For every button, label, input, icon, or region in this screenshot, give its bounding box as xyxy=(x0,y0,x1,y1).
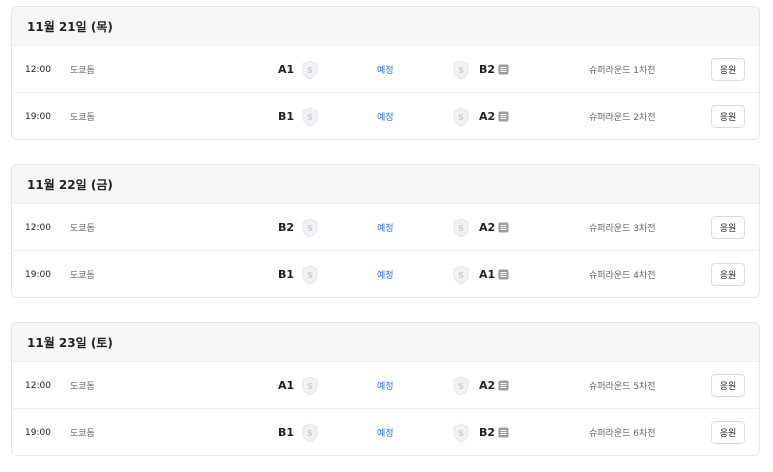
home-team-name: B1 xyxy=(278,426,295,439)
shield-icon: S xyxy=(301,251,319,297)
home-team-name: B2 xyxy=(278,221,295,234)
away-team-name: B2 xyxy=(479,63,496,76)
match-time: 19:00 xyxy=(25,427,51,438)
shield-icon: S xyxy=(452,409,470,455)
svg-text:S: S xyxy=(307,429,313,438)
match-venue: 도쿄돔 xyxy=(70,271,95,281)
day-card: 11월 23일 (토) 12:00 도쿄돔 A1 S 예정 S A2 슈퍼라운드… xyxy=(11,322,760,456)
match-row: 19:00 도쿄돔 B1 S 예정 S A2 슈퍼라운드 2차전 응원 xyxy=(12,93,759,139)
match-venue: 도쿄돔 xyxy=(70,224,95,234)
away-team-name: A1 xyxy=(479,268,496,281)
svg-text:S: S xyxy=(307,271,313,280)
tv-icon xyxy=(498,362,509,409)
svg-text:S: S xyxy=(307,224,313,233)
match-round: 슈퍼라운드 5차전 xyxy=(589,382,656,392)
match-row: 12:00 도쿄돔 A1 S 예정 S B2 슈퍼라운드 1차전 응원 xyxy=(12,46,759,93)
match-time: 19:00 xyxy=(25,269,51,280)
day-card: 11월 22일 (금) 12:00 도쿄돔 B2 S 예정 S A2 슈퍼라운드… xyxy=(11,164,760,298)
cheer-button[interactable]: 응원 xyxy=(711,105,745,128)
match-time: 12:00 xyxy=(25,222,51,233)
tv-icon xyxy=(498,46,509,93)
match-venue: 도쿄돔 xyxy=(70,382,95,392)
shield-icon: S xyxy=(452,204,470,251)
away-team-name: A2 xyxy=(479,379,496,392)
match-round: 슈퍼라운드 3차전 xyxy=(589,224,656,234)
svg-text:S: S xyxy=(458,224,464,233)
svg-text:S: S xyxy=(458,271,464,280)
cheer-button[interactable]: 응원 xyxy=(711,58,745,81)
shield-icon: S xyxy=(301,204,319,251)
day-date-header: 11월 21일 (목) xyxy=(12,7,759,46)
match-row: 12:00 도쿄돔 A1 S 예정 S A2 슈퍼라운드 5차전 응원 xyxy=(12,362,759,409)
home-team-name: A1 xyxy=(278,63,295,76)
match-time: 12:00 xyxy=(25,64,51,75)
svg-text:S: S xyxy=(307,382,313,391)
tv-icon xyxy=(498,204,509,251)
match-status: 예정 xyxy=(377,382,394,392)
tv-icon xyxy=(498,93,509,139)
match-venue: 도쿄돔 xyxy=(70,66,95,76)
match-time: 19:00 xyxy=(25,111,51,122)
svg-text:S: S xyxy=(307,113,313,122)
match-row: 19:00 도쿄돔 B1 S 예정 S B2 슈퍼라운드 6차전 응원 xyxy=(12,409,759,455)
cheer-button[interactable]: 응원 xyxy=(711,216,745,239)
away-team-name: A2 xyxy=(479,110,496,123)
home-team-name: B1 xyxy=(278,110,295,123)
match-status: 예정 xyxy=(377,224,394,234)
match-status: 예정 xyxy=(377,429,394,439)
match-time: 12:00 xyxy=(25,380,51,391)
match-round: 슈퍼라운드 1차전 xyxy=(589,66,656,76)
cheer-button[interactable]: 응원 xyxy=(711,263,745,286)
match-round: 슈퍼라운드 4차전 xyxy=(589,271,656,281)
svg-text:S: S xyxy=(458,429,464,438)
home-team-name: A1 xyxy=(278,379,295,392)
tv-icon xyxy=(498,251,509,297)
match-status: 예정 xyxy=(377,66,394,76)
cheer-button[interactable]: 응원 xyxy=(711,421,745,444)
shield-icon: S xyxy=(452,362,470,409)
svg-text:S: S xyxy=(307,66,313,75)
day-date-header: 11월 22일 (금) xyxy=(12,165,759,204)
svg-text:S: S xyxy=(458,66,464,75)
match-round: 슈퍼라운드 6차전 xyxy=(589,429,656,439)
svg-text:S: S xyxy=(458,382,464,391)
day-date-header: 11월 23일 (토) xyxy=(12,323,759,362)
match-status: 예정 xyxy=(377,113,394,123)
shield-icon: S xyxy=(452,93,470,139)
tv-icon xyxy=(498,409,509,455)
match-status: 예정 xyxy=(377,271,394,281)
match-row: 19:00 도쿄돔 B1 S 예정 S A1 슈퍼라운드 4차전 응원 xyxy=(12,251,759,297)
cheer-button[interactable]: 응원 xyxy=(711,374,745,397)
home-team-name: B1 xyxy=(278,268,295,281)
shield-icon: S xyxy=(301,409,319,455)
svg-text:S: S xyxy=(458,113,464,122)
shield-icon: S xyxy=(452,46,470,93)
match-round: 슈퍼라운드 2차전 xyxy=(589,113,656,123)
shield-icon: S xyxy=(301,93,319,139)
match-row: 12:00 도쿄돔 B2 S 예정 S A2 슈퍼라운드 3차전 응원 xyxy=(12,204,759,251)
shield-icon: S xyxy=(452,251,470,297)
match-venue: 도쿄돔 xyxy=(70,113,95,123)
match-venue: 도쿄돔 xyxy=(70,429,95,439)
shield-icon: S xyxy=(301,362,319,409)
day-card: 11월 21일 (목) 12:00 도쿄돔 A1 S 예정 S B2 슈퍼라운드… xyxy=(11,6,760,140)
away-team-name: B2 xyxy=(479,426,496,439)
away-team-name: A2 xyxy=(479,221,496,234)
shield-icon: S xyxy=(301,46,319,93)
